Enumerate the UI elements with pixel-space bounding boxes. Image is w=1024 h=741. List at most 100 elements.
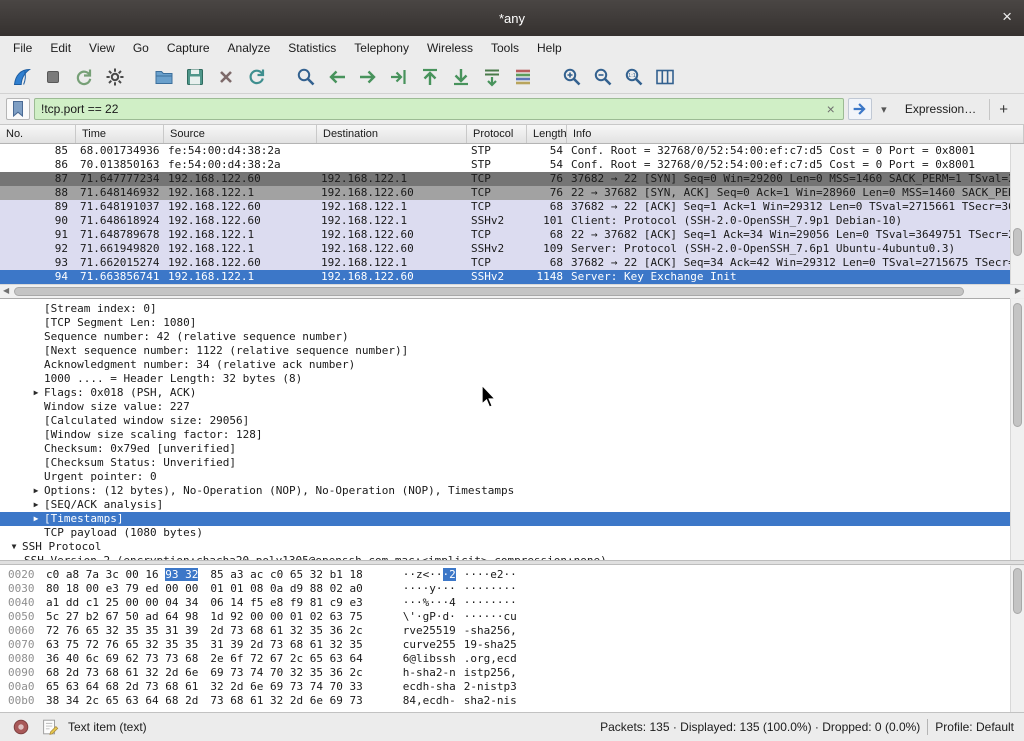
hex-byte[interactable]: 02 (310, 610, 330, 623)
titlebar[interactable]: *any × (0, 0, 1024, 36)
ascii-char[interactable]: · (436, 610, 443, 623)
hex-byte[interactable]: 35 (310, 666, 330, 679)
hex-byte[interactable]: 85 (210, 568, 230, 581)
hex-byte[interactable]: 2d (165, 666, 185, 679)
hex-byte[interactable]: 01 (290, 610, 310, 623)
ascii-char[interactable]: 4 (409, 694, 416, 707)
detail-line[interactable]: Urgent pointer: 0 (0, 470, 1010, 484)
ascii-char[interactable]: · (449, 582, 456, 595)
menu-analyze[interactable]: Analyze (219, 38, 280, 58)
filter-clear-icon[interactable]: × (825, 101, 837, 117)
detail-line[interactable]: [Stream index: 0] (0, 302, 1010, 316)
hex-byte[interactable]: 31 (210, 638, 230, 651)
ascii-char[interactable]: 2 (490, 666, 497, 679)
packet-list-hscrollbar[interactable]: ◀ ▶ (0, 284, 1024, 298)
ascii-char[interactable]: 5 (436, 624, 443, 637)
expert-info-button[interactable] (10, 716, 32, 738)
packet-list-vscrollbar[interactable] (1010, 144, 1024, 284)
hex-byte[interactable]: 74 (250, 666, 270, 679)
hex-byte[interactable]: 32 (290, 666, 310, 679)
hex-byte[interactable]: 35 (165, 638, 185, 651)
detail-line[interactable]: [Window size scaling factor: 128] (0, 428, 1010, 442)
ascii-char[interactable]: · (436, 582, 443, 595)
hex-byte[interactable]: c9 (330, 596, 350, 609)
menu-view[interactable]: View (80, 38, 124, 58)
ascii-char[interactable]: s (470, 624, 477, 637)
zoom-in-button[interactable] (556, 63, 587, 91)
hex-byte[interactable]: 75 (350, 610, 363, 623)
filter-history-dropdown[interactable]: ▾ (876, 103, 892, 116)
packet-row-94[interactable]: 9471.663856741192.168.122.1192.168.122.6… (0, 270, 1010, 284)
hex-byte[interactable]: 68 (46, 666, 66, 679)
details-vscroll-thumb[interactable] (1013, 303, 1022, 427)
wireshark-fin-button[interactable] (6, 63, 37, 91)
hex-byte[interactable]: ed (145, 582, 165, 595)
menu-statistics[interactable]: Statistics (279, 38, 345, 58)
hex-byte[interactable]: 00 (126, 596, 146, 609)
hex-byte[interactable]: 65 (290, 568, 310, 581)
hex-byte[interactable]: 1d (210, 610, 230, 623)
hex-byte[interactable]: 64 (145, 694, 165, 707)
hex-byte[interactable]: 98 (185, 610, 198, 623)
menu-file[interactable]: File (4, 38, 41, 58)
detail-line[interactable]: ▶Flags: 0x018 (PSH, ACK) (0, 386, 1010, 400)
hex-byte[interactable]: 73 (230, 666, 250, 679)
ascii-char[interactable]: h (490, 638, 497, 651)
ascii-char[interactable]: v (409, 624, 416, 637)
menu-telephony[interactable]: Telephony (345, 38, 418, 58)
hex-byte[interactable]: 36 (330, 666, 350, 679)
ascii-char[interactable]: · (490, 610, 497, 623)
colorize-packets-button[interactable] (507, 63, 538, 91)
hex-byte[interactable]: 63 (66, 680, 86, 693)
hex-vscrollbar[interactable] (1010, 566, 1024, 712)
hex-byte[interactable]: 27 (66, 610, 86, 623)
ascii-char[interactable]: s (436, 680, 443, 693)
ascii-char[interactable]: o (470, 652, 477, 665)
hex-byte[interactable]: 73 (210, 694, 230, 707)
hex-byte[interactable]: 61 (185, 680, 198, 693)
ascii-char[interactable]: · (510, 582, 517, 595)
ascii-char[interactable]: a (429, 666, 436, 679)
detail-line[interactable]: [TCP Segment Len: 1080] (0, 316, 1010, 330)
hex-byte[interactable]: 68 (185, 652, 198, 665)
hex-byte[interactable]: e3 (106, 582, 126, 595)
hex-byte[interactable]: 73 (86, 666, 106, 679)
hex-byte[interactable]: 50 (126, 610, 146, 623)
hex-byte[interactable]: 00 (165, 582, 185, 595)
ascii-char[interactable]: 5 (510, 638, 517, 651)
hex-byte[interactable]: 63 (330, 652, 350, 665)
hex-vscroll-thumb[interactable] (1013, 568, 1022, 614)
hex-byte[interactable]: 2d (230, 680, 250, 693)
expression-button[interactable]: Expression… (896, 102, 985, 116)
hex-byte[interactable]: 32 (145, 638, 165, 651)
hex-byte[interactable]: e8 (270, 596, 290, 609)
hex-byte[interactable]: 73 (165, 652, 185, 665)
hex-byte[interactable]: 00 (86, 582, 106, 595)
hex-byte[interactable]: 63 (330, 610, 350, 623)
hex-byte[interactable]: 73 (350, 694, 363, 707)
hex-byte[interactable]: 75 (66, 638, 86, 651)
ascii-char[interactable]: · (497, 610, 504, 623)
hex-byte[interactable]: 34 (185, 596, 198, 609)
ascii-char[interactable]: e (490, 568, 497, 581)
ascii-char[interactable]: b (429, 652, 436, 665)
menu-tools[interactable]: Tools (482, 38, 528, 58)
ascii-char[interactable]: ' (409, 610, 416, 623)
ascii-char[interactable]: · (477, 568, 484, 581)
column-header-time[interactable]: Time (76, 125, 164, 143)
ascii-char[interactable]: 5 (429, 624, 436, 637)
hex-byte[interactable]: 6e (310, 694, 330, 707)
packet-row-91[interactable]: 9171.648789678192.168.122.1192.168.122.6… (0, 228, 1010, 242)
column-header-no[interactable]: No. (0, 125, 76, 143)
ascii-char[interactable]: · (490, 582, 497, 595)
ascii-char[interactable]: , (416, 694, 423, 707)
expand-arrow-icon[interactable]: ▶ (28, 498, 44, 512)
ascii-char[interactable]: · (416, 596, 423, 609)
ascii-char[interactable]: 2 (449, 568, 456, 581)
hex-byte[interactable]: 61 (310, 638, 330, 651)
window-close-button[interactable]: × (1002, 8, 1012, 26)
hex-byte[interactable]: 73 (230, 624, 250, 637)
hex-byte[interactable]: d9 (290, 582, 310, 595)
ascii-char[interactable]: - (409, 666, 416, 679)
stop-capture-button[interactable] (37, 63, 68, 91)
